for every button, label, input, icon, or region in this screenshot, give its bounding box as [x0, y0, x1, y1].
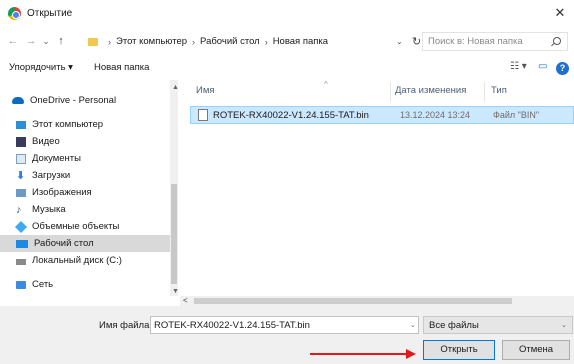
new-folder-button[interactable]: Новая папка: [94, 62, 149, 73]
sort-ascending-icon: ^: [324, 80, 328, 89]
address-bar[interactable]: › Этот компьютер › Рабочий стол › Новая …: [86, 32, 392, 51]
computer-icon: [16, 120, 26, 129]
help-icon[interactable]: ?: [556, 62, 569, 75]
column-header-date[interactable]: Дата изменения: [395, 85, 466, 96]
file-list-horizontal-scrollbar[interactable]: <: [180, 296, 574, 306]
desktop-icon: [16, 239, 28, 248]
scroll-up-icon[interactable]: ▲: [172, 84, 179, 91]
breadcrumb-separator: ›: [192, 36, 196, 47]
sidebar-item-desktop[interactable]: Рабочий стол: [0, 235, 170, 252]
sidebar-item-label: Документы: [32, 153, 81, 164]
scroll-down-icon[interactable]: ▼: [172, 288, 179, 295]
sidebar-scrollbar[interactable]: [170, 80, 178, 296]
column-divider[interactable]: [390, 82, 391, 102]
search-placeholder: Поиск в: Новая папка: [428, 36, 523, 47]
recent-locations-button[interactable]: ⌄: [41, 33, 51, 49]
sidebar-item-pictures[interactable]: Изображения: [0, 184, 170, 201]
organize-button[interactable]: Упорядочить ▾: [9, 62, 73, 73]
sidebar-item-network[interactable]: Сеть: [0, 276, 170, 293]
search-input[interactable]: Поиск в: Новая папка: [422, 32, 568, 51]
sidebar-item-this-pc[interactable]: Этот компьютер: [0, 116, 170, 133]
folder-icon: [88, 37, 98, 46]
annotation-arrow: [310, 353, 408, 355]
breadcrumb-separator: ›: [108, 36, 111, 47]
documents-icon: [16, 153, 26, 164]
network-icon: [16, 280, 26, 289]
sidebar-item-label: Объемные объекты: [32, 221, 120, 232]
sidebar-item-documents[interactable]: Документы: [0, 150, 170, 167]
chevron-down-icon: ⌄: [561, 322, 567, 329]
filetype-select[interactable]: Все файлы ⌄: [423, 316, 573, 334]
sidebar-item-label: Музыка: [32, 204, 66, 215]
filename-dropdown-icon[interactable]: ⌄: [410, 321, 416, 329]
sidebar-item-onedrive[interactable]: OneDrive - Personal: [0, 92, 170, 109]
forward-button[interactable]: →: [24, 33, 38, 49]
breadcrumb-desktop[interactable]: Рабочий стол: [200, 36, 260, 47]
video-icon: [16, 136, 26, 147]
sidebar-item-label: Загрузки: [32, 170, 71, 181]
sidebar-item-music[interactable]: ♪ Музыка: [0, 201, 170, 218]
file-icon: [198, 109, 208, 121]
annotation-arrow-head: [406, 349, 416, 359]
sidebar-item-downloads[interactable]: ⬇ Загрузки: [0, 167, 170, 184]
cloud-icon: [12, 97, 24, 104]
drive-icon: [16, 259, 26, 265]
sidebar-item-label: Локальный диск (C:): [32, 255, 122, 266]
sidebar-item-videos[interactable]: Видео: [0, 133, 170, 150]
sidebar-item-label: Этот компьютер: [32, 119, 104, 130]
pictures-icon: [16, 188, 26, 197]
chrome-app-icon: [8, 7, 21, 20]
view-options-icon[interactable]: ☷ ▾: [510, 61, 527, 72]
sidebar-item-3d-objects[interactable]: Объемные объекты: [0, 218, 170, 235]
breadcrumb-new-folder[interactable]: Новая папка: [273, 36, 328, 47]
filename-input[interactable]: ROTEK-RX40022-V1.24.155-TAT.bin: [150, 316, 419, 334]
file-type: Файл "BIN": [493, 110, 540, 120]
column-header-type[interactable]: Тип: [491, 85, 507, 96]
file-row[interactable]: ROTEK-RX40022-V1.24.155-TAT.bin 13.12.20…: [190, 106, 574, 124]
music-icon: ♪: [16, 203, 22, 216]
command-toolbar: Упорядочить ▾ Новая папка ☷ ▾ ▭ ?: [0, 56, 574, 80]
3d-objects-icon: [14, 220, 28, 233]
breadcrumb-this-pc[interactable]: Этот компьютер: [116, 36, 187, 47]
column-header-name[interactable]: Имя: [196, 85, 215, 96]
sidebar-item-label: Рабочий стол: [34, 238, 94, 249]
back-button[interactable]: ←: [6, 33, 20, 49]
bottom-panel: Имя файла: ROTEK-RX40022-V1.24.155-TAT.b…: [0, 306, 574, 364]
window-title: Открытие: [27, 8, 73, 19]
address-dropdown-icon[interactable]: ⌄: [396, 37, 403, 46]
title-bar: Открытие ✕: [0, 0, 574, 28]
refresh-button[interactable]: ↻: [412, 35, 421, 48]
sidebar-item-local-disk[interactable]: Локальный диск (C:): [0, 252, 170, 269]
filetype-value: Все файлы: [429, 320, 479, 331]
file-name: ROTEK-RX40022-V1.24.155-TAT.bin: [213, 110, 369, 121]
downloads-icon: ⬇: [16, 169, 26, 182]
navigation-pane: OneDrive - Personal Этот компьютер Видео…: [0, 80, 178, 296]
sidebar-item-label: Сеть: [32, 279, 54, 290]
scroll-left-icon[interactable]: <: [183, 296, 188, 305]
cancel-button[interactable]: Отмена: [502, 340, 570, 360]
up-button[interactable]: ↑: [55, 33, 67, 49]
horizontal-scrollbar-thumb[interactable]: [194, 298, 512, 304]
sidebar-item-label: Видео: [32, 136, 60, 147]
sidebar-scrollbar-thumb[interactable]: [171, 184, 177, 284]
close-button[interactable]: ✕: [550, 4, 570, 22]
column-divider[interactable]: [484, 82, 485, 102]
breadcrumb-separator: ›: [264, 36, 268, 47]
open-button[interactable]: Открыть: [423, 340, 495, 360]
sidebar-item-label: OneDrive - Personal: [30, 95, 117, 106]
filename-label: Имя файла:: [99, 320, 153, 331]
preview-pane-icon[interactable]: ▭: [538, 61, 547, 72]
file-list: Имя ^ Дата изменения Тип ROTEK-RX40022-V…: [180, 80, 574, 296]
sidebar-item-label: Изображения: [32, 187, 92, 198]
file-date: 13.12.2024 13:24: [400, 110, 471, 120]
navigation-bar: ← → ⌄ ↑ › Этот компьютер › Рабочий стол …: [0, 28, 574, 54]
search-icon: [553, 37, 561, 45]
